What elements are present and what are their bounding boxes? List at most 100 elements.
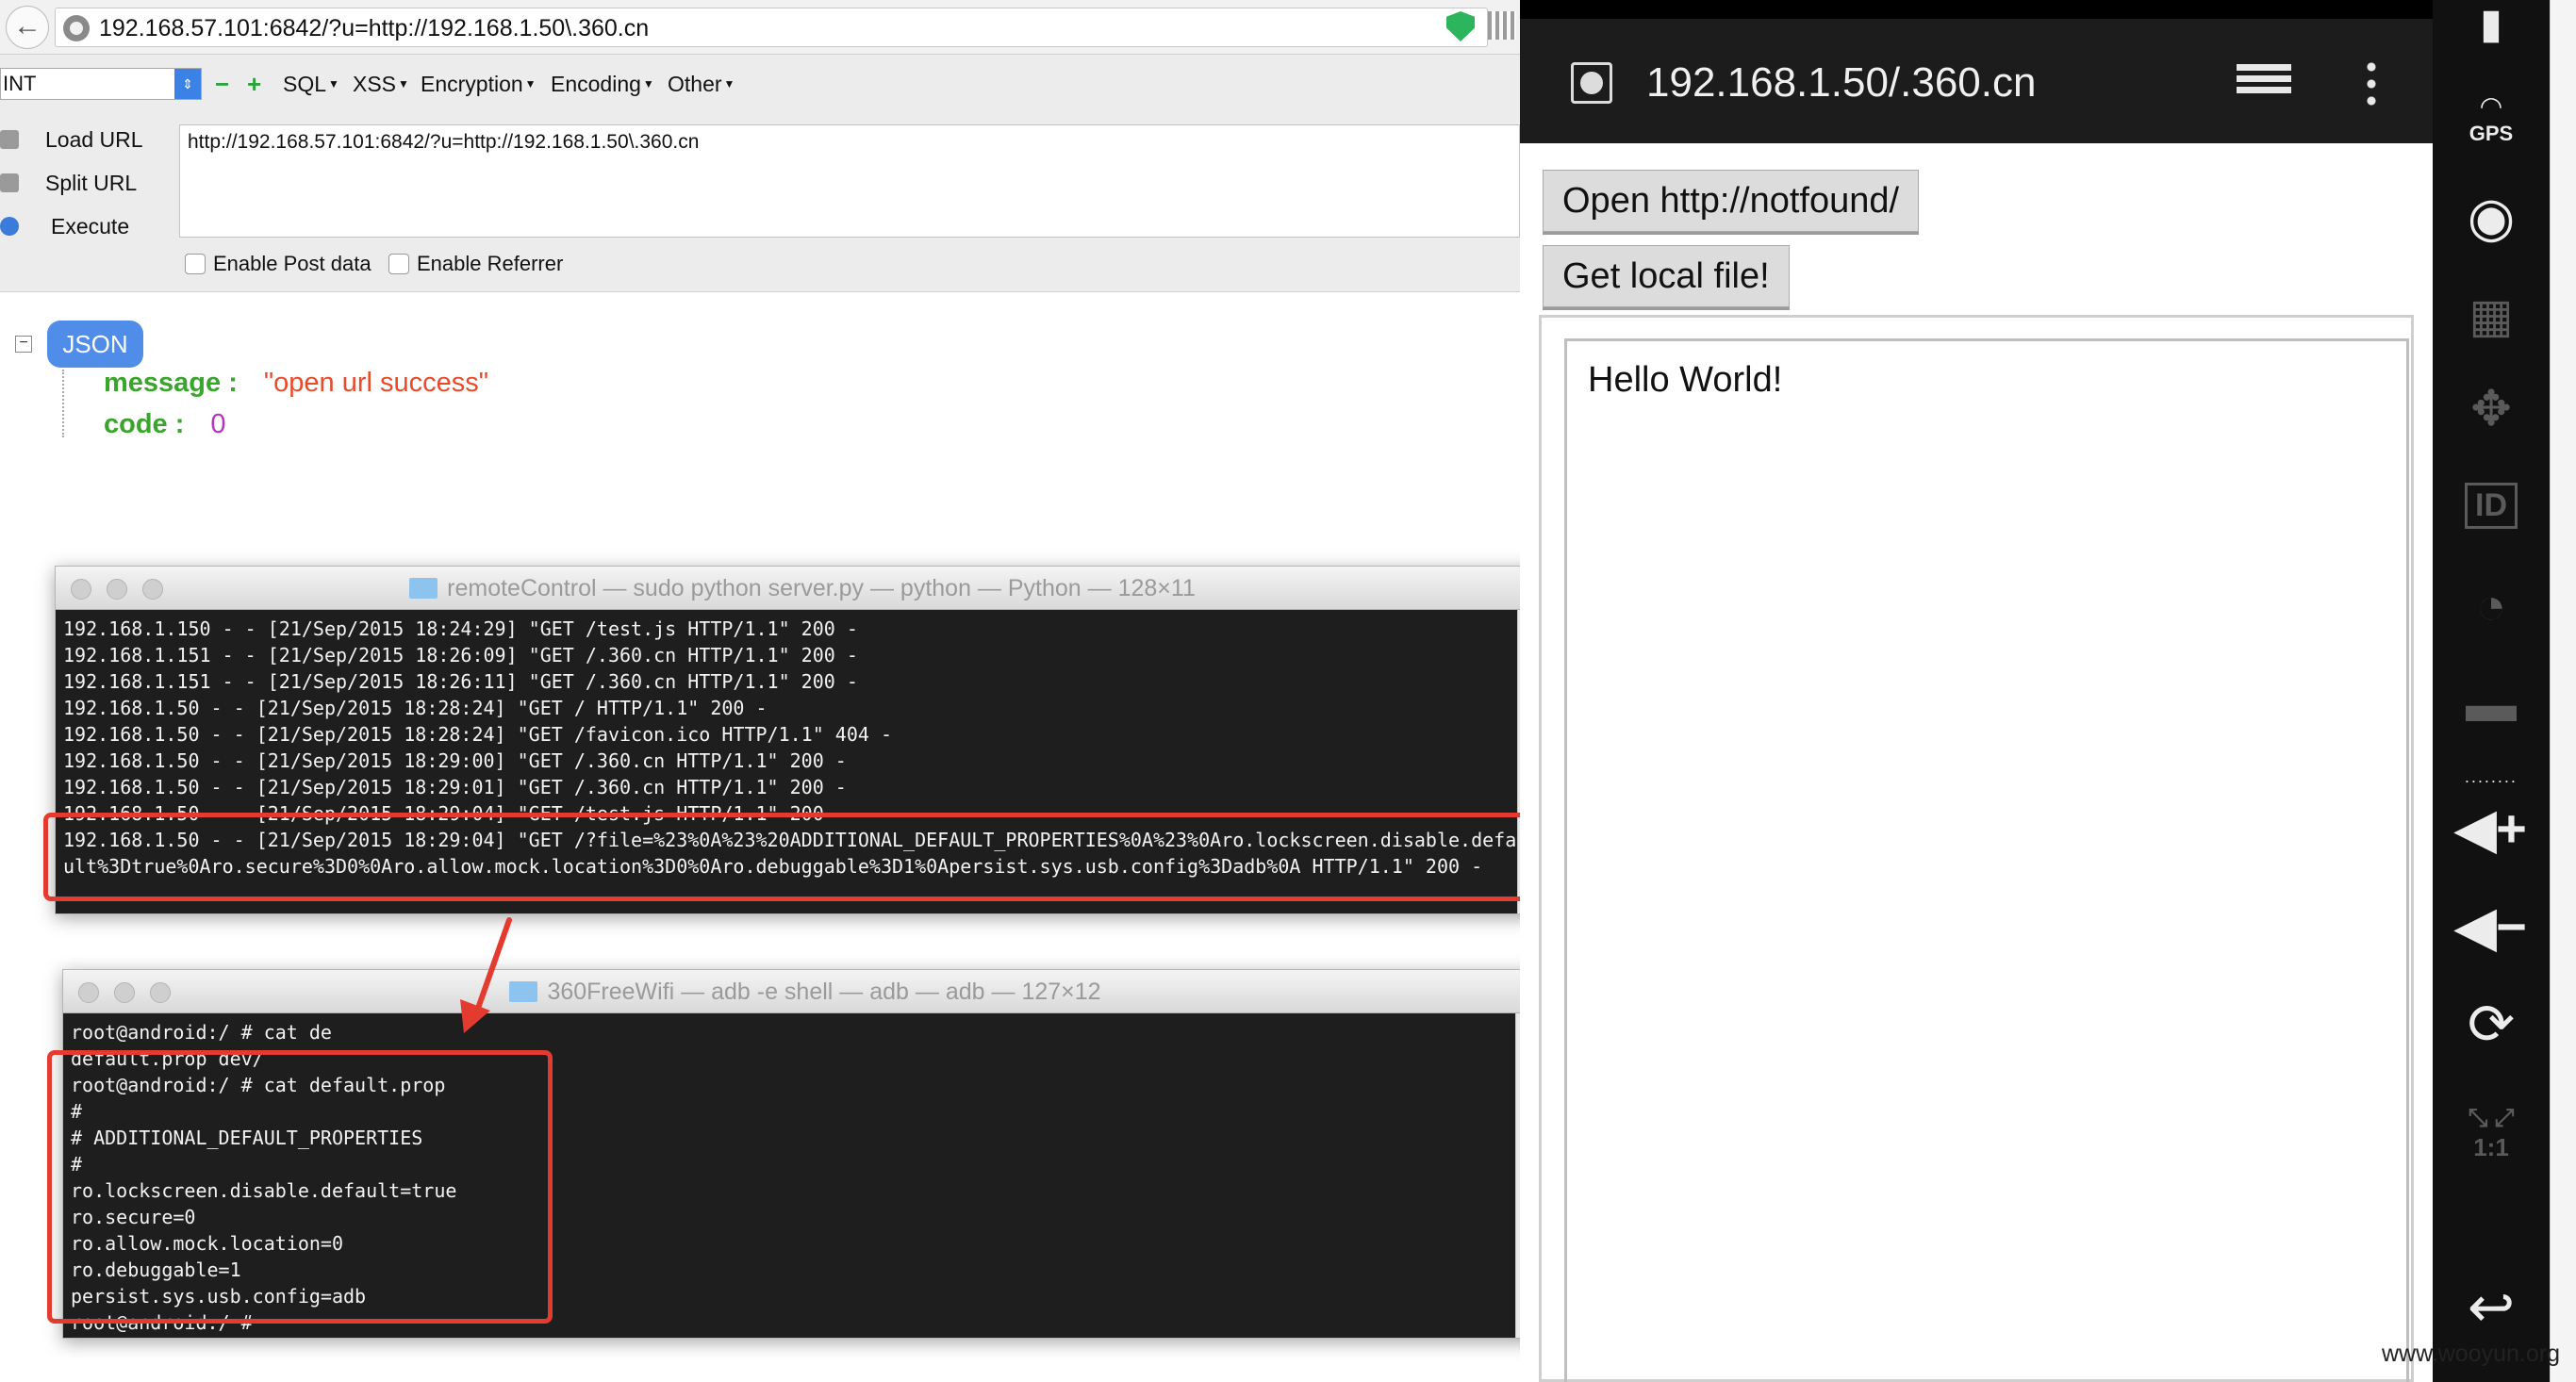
menu-encryption-label: Encryption bbox=[421, 72, 523, 96]
caret-down-icon: ▼ bbox=[524, 77, 537, 90]
execute-button[interactable]: Execute bbox=[0, 206, 170, 247]
terminal-line: ro.debuggable=1 bbox=[71, 1259, 241, 1281]
folder-icon bbox=[509, 981, 538, 1002]
scale-button: ⤡ ⤢ 1:1 bbox=[2433, 1103, 2550, 1162]
menu-xss[interactable]: XSS ▼ bbox=[353, 68, 409, 100]
execute-label: Execute bbox=[51, 214, 130, 239]
page-url-title[interactable]: 192.168.1.50/.360.cn bbox=[1646, 55, 2036, 111]
back-arrow-icon[interactable]: ← bbox=[6, 6, 49, 49]
watermark: www.wooyun.org bbox=[2382, 1341, 2560, 1367]
overflow-menu-icon[interactable] bbox=[2367, 58, 2376, 107]
increase-icon[interactable]: + bbox=[247, 68, 261, 100]
terminal-title: remoteControl — sudo python server.py — … bbox=[56, 567, 1549, 610]
terminal-title-text: remoteControl — sudo python server.py — … bbox=[447, 575, 1196, 601]
chevron-updown-icon: ⇕ bbox=[174, 69, 201, 99]
decrease-icon[interactable]: − bbox=[215, 68, 229, 100]
device-id-button: ID bbox=[2433, 483, 2550, 529]
type-select[interactable]: INT ⇕ bbox=[0, 68, 202, 100]
terminal-line: root@android:/ # bbox=[71, 1311, 253, 1334]
tree-line bbox=[62, 370, 64, 437]
menu-encoding-label: Encoding bbox=[551, 72, 641, 96]
json-value: "open url success" bbox=[263, 368, 489, 398]
checkbox-icon[interactable] bbox=[388, 254, 409, 274]
grip-icon: ∙∙∙∙∙∙∙∙ bbox=[2464, 771, 2518, 790]
iframe-frame: Hello World! bbox=[1539, 315, 2414, 1382]
terminal-line: 192.168.1.50 - - [21/Sep/2015 18:29:04] … bbox=[63, 829, 1517, 851]
terminal-line: root@android:/ # cat default.prop bbox=[71, 1074, 446, 1096]
webview-page: Open http://notfound/ Get local file! He… bbox=[1520, 143, 2433, 1382]
url-input[interactable]: 192.168.57.101:6842/?u=http://192.168.1.… bbox=[55, 8, 1488, 47]
menu-other[interactable]: Other ▼ bbox=[668, 68, 735, 100]
rotate-icon[interactable]: ⟳ bbox=[2433, 992, 2550, 1058]
split-url-icon bbox=[0, 173, 19, 192]
terminal-line: 192.168.1.150 - - [21/Sep/2015 18:24:29]… bbox=[63, 617, 858, 640]
terminal-server-window: remoteControl — sudo python server.py — … bbox=[55, 566, 1550, 914]
emulator-controls: ▮ ◜◝ GPS ◉ ▦ ✥ ID ◔ ▬ ∙∙∙∙∙∙∙∙ ◀+ ◀− ⟳ ⤡… bbox=[2433, 0, 2550, 1382]
background-window-edge bbox=[2550, 0, 2576, 1382]
qr-code-icon[interactable] bbox=[1488, 11, 1516, 40]
signal-icon: ◜◝ bbox=[2481, 91, 2502, 121]
url-textarea[interactable]: http://192.168.57.101:6842/?u=http://192… bbox=[179, 124, 1520, 238]
menu-encryption[interactable]: Encryption ▼ bbox=[421, 68, 537, 100]
json-row-code: code : 0 bbox=[104, 409, 226, 440]
terminal-line: # ADDITIONAL_DEFAULT_PROPERTIES bbox=[71, 1127, 423, 1149]
caret-down-icon: ▼ bbox=[398, 77, 409, 90]
menu-other-label: Other bbox=[668, 72, 722, 96]
caret-down-icon: ▼ bbox=[642, 77, 654, 90]
id-label: ID bbox=[2465, 483, 2518, 529]
menu-encoding[interactable]: Encoding ▼ bbox=[551, 68, 654, 100]
iframe-content: Hello World! bbox=[1564, 338, 2409, 1382]
menu-sql[interactable]: SQL ▼ bbox=[283, 68, 339, 100]
back-icon[interactable]: ↩ bbox=[2433, 1275, 2550, 1341]
camera-icon[interactable]: ◉ bbox=[2433, 185, 2550, 249]
tabs-icon[interactable] bbox=[2237, 64, 2291, 98]
referrer-label: Enable Referrer bbox=[417, 252, 564, 275]
hello-text: Hello World! bbox=[1588, 360, 1783, 400]
terminal-titlebar: remoteControl — sudo python server.py — … bbox=[56, 567, 1549, 610]
terminal-line: ro.allow.mock.location=0 bbox=[71, 1232, 343, 1255]
terminal-title: 360FreeWifi — adb -e shell — adb — adb —… bbox=[63, 970, 1547, 1013]
ratio-label: 1:1 bbox=[2473, 1133, 2509, 1161]
open-url-button[interactable]: Open http://notfound/ bbox=[1543, 170, 1920, 232]
post-data-label: Enable Post data bbox=[213, 252, 372, 275]
clapperboard-icon: ▦ bbox=[2469, 289, 2514, 342]
hackbar-toolbar: INT ⇕ − + SQL ▼ XSS ▼ Encryption ▼ Encoding… bbox=[0, 62, 1520, 106]
collapse-icon[interactable]: − bbox=[15, 336, 32, 353]
load-url-label: Load URL bbox=[45, 127, 143, 152]
get-local-file-button[interactable]: Get local file! bbox=[1543, 245, 1790, 307]
json-value: 0 bbox=[210, 409, 226, 439]
volume-up-icon[interactable]: ◀+ bbox=[2433, 798, 2550, 860]
load-url-button[interactable]: Load URL bbox=[0, 119, 170, 160]
terminal-line: 192.168.1.50 - - [21/Sep/2015 18:28:24] … bbox=[63, 697, 768, 719]
referrer-checkbox[interactable]: Enable Referrer bbox=[388, 249, 563, 279]
json-viewer: − JSON message : "open url success" code … bbox=[0, 292, 1520, 566]
terminal-line: 192.168.1.50 - - [21/Sep/2015 18:29:04] … bbox=[63, 802, 847, 825]
menu-sql-label: SQL bbox=[283, 72, 327, 96]
type-select-value: INT bbox=[3, 72, 37, 95]
json-row-message: message : "open url success" bbox=[104, 368, 488, 399]
terminal-title-text: 360FreeWifi — adb -e shell — adb — adb —… bbox=[547, 979, 1101, 1005]
site-globe-icon[interactable] bbox=[1571, 62, 1612, 104]
android-emulator: 192.168.1.50/.360.cn Open http://notfoun… bbox=[1520, 0, 2433, 1382]
volume-down-icon[interactable]: ◀− bbox=[2433, 896, 2550, 958]
url-text[interactable]: 192.168.57.101:6842/?u=http://192.168.1.… bbox=[99, 8, 649, 48]
terminal-line: ro.lockscreen.disable.default=true bbox=[71, 1179, 457, 1202]
sms-icon: ▬ bbox=[2466, 676, 2517, 732]
gps-button[interactable]: ◜◝ GPS bbox=[2433, 90, 2550, 146]
checkbox-icon[interactable] bbox=[185, 254, 206, 274]
terminal-line: persist.sys.usb.config=adb bbox=[71, 1285, 367, 1308]
terminal-line: ro.secure=0 bbox=[71, 1206, 196, 1228]
terminal-line: 192.168.1.50 - - [21/Sep/2015 18:29:00] … bbox=[63, 749, 847, 772]
status-bar bbox=[1520, 0, 2433, 19]
json-key: code : bbox=[104, 409, 185, 439]
terminal-line: default.prop dev/ bbox=[71, 1047, 264, 1070]
terminal-line: ult%3Dtrue%0Aro.secure%3D0%0Aro.allow.mo… bbox=[63, 855, 1483, 878]
terminal-output[interactable]: 192.168.1.150 - - [21/Sep/2015 18:24:29]… bbox=[56, 610, 1517, 913]
terminal-line: 192.168.1.50 - - [21/Sep/2015 18:28:24] … bbox=[63, 723, 892, 746]
json-root-badge[interactable]: JSON bbox=[47, 321, 143, 368]
terminal-output[interactable]: root@android:/ # cat de default.prop dev/… bbox=[63, 1013, 1515, 1338]
post-data-checkbox[interactable]: Enable Post data bbox=[185, 249, 372, 279]
load-url-icon bbox=[0, 130, 19, 149]
split-url-button[interactable]: Split URL bbox=[0, 162, 170, 204]
folder-icon bbox=[409, 578, 438, 599]
